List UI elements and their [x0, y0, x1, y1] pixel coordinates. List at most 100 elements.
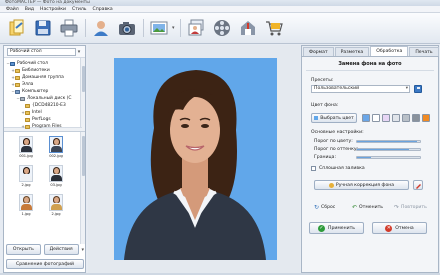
color-swatch[interactable] — [362, 114, 370, 122]
thumbnail-image — [19, 136, 33, 153]
photo-thumbnail[interactable]: 1.jpg — [18, 194, 34, 216]
menu-help[interactable]: Справка — [90, 6, 116, 13]
portrait-photo[interactable] — [114, 58, 277, 260]
tree-item[interactable]: − Рабочий стол — [6, 60, 48, 67]
tree-item[interactable]: PerfLogs — [21, 116, 51, 123]
color-swatch[interactable] — [392, 114, 400, 122]
folder-icon — [15, 75, 20, 80]
tree-item[interactable]: − Компьютер — [11, 88, 48, 95]
folder-icon — [15, 68, 20, 73]
undo-button[interactable]: ↶ Отменить — [352, 204, 383, 211]
cart-icon[interactable] — [263, 17, 285, 39]
brush-icon[interactable] — [413, 180, 423, 190]
close-icon: ✕ — [385, 224, 393, 232]
save-icon[interactable] — [32, 17, 54, 39]
desk-icon — [10, 61, 15, 66]
presets-label: Пресеты: — [311, 78, 334, 83]
location-dropdown[interactable]: Рабочий стол — [7, 47, 76, 56]
upload-icon[interactable] — [237, 17, 259, 39]
settings-panel: Формат Разметка Обработка Печать Замена … — [301, 45, 439, 273]
tree-item-label: {DCD48210-E3 — [32, 103, 66, 108]
tree-item-label: Рабочий стол — [17, 61, 48, 66]
film-icon[interactable] — [211, 17, 233, 39]
chevron-down-icon: ▾ — [405, 86, 408, 91]
tree-scrollbar[interactable] — [80, 58, 85, 131]
photo-thumbnail[interactable]: 002.jpg — [48, 136, 64, 158]
tree-item[interactable]: {DCD48210-E3 — [21, 102, 66, 109]
photo-thumbnail[interactable]: 2.jpg — [18, 165, 34, 187]
choose-color-button[interactable]: Выбрать цвет — [311, 113, 357, 123]
thumbnail-image — [49, 136, 63, 153]
tab-print[interactable]: Печать — [409, 47, 439, 56]
photo-thumbnail[interactable]: 2.jpg — [48, 194, 64, 216]
reset-button[interactable]: ↻ Сброс — [314, 204, 335, 211]
threshold-slider[interactable] — [356, 148, 421, 151]
color-swatch[interactable] — [412, 114, 420, 122]
slider-label: Порог по оттенку: — [314, 147, 359, 152]
save-preset-icon[interactable] — [414, 85, 422, 93]
preset-dropdown[interactable]: Пользовательский ▾ — [311, 85, 410, 93]
toolbar: ▾ — [0, 13, 440, 44]
tree-item[interactable]: + Домашняя группа — [11, 74, 64, 81]
tree-item[interactable]: + Элла — [11, 81, 33, 88]
threshold-slider[interactable] — [356, 156, 421, 159]
menu-file[interactable]: Файл — [3, 6, 22, 13]
slider-label: Порог по цвету: — [314, 139, 353, 144]
photo-thumbnail[interactable]: 03.jpg — [48, 165, 64, 187]
thumbnail-caption: 001.jpg — [19, 153, 33, 158]
photo-thumbnail[interactable]: 001.jpg — [18, 136, 34, 158]
tree-item-label: PerfLogs — [32, 117, 51, 122]
print-icon[interactable] — [58, 17, 80, 39]
color-swatch[interactable] — [382, 114, 390, 122]
threshold-slider[interactable] — [356, 140, 421, 143]
user-icon[interactable] — [90, 17, 112, 39]
compare-photos-button[interactable]: Сравнение фотографий — [6, 259, 84, 269]
solid-fill-label: Сплошная заливка — [319, 166, 365, 171]
color-swatch[interactable] — [402, 114, 410, 122]
menu-view[interactable]: Вид — [22, 6, 37, 13]
thumbnail-image — [19, 165, 33, 182]
thumbnail-image — [49, 165, 63, 182]
camera-icon[interactable] — [116, 17, 138, 39]
open-button[interactable]: Открыть — [6, 244, 41, 255]
tree-item[interactable]: + Библиотеки — [11, 67, 49, 74]
menu-style[interactable]: Стиль — [69, 6, 90, 13]
preset-value: Пользовательский — [314, 86, 360, 91]
slider-label: Граница: — [314, 155, 337, 160]
color-picker-icon — [314, 116, 319, 120]
tab-format[interactable]: Формат — [303, 47, 334, 56]
location-label: Рабочий стол — [10, 49, 42, 54]
folder-icon — [25, 124, 30, 129]
folder-tree: − Рабочий стол + Библиотеки + Домашняя группа… — [4, 58, 85, 132]
manual-correction-button[interactable]: Ручная коррекция фона — [314, 180, 409, 190]
thumbnail-caption: 1.jpg — [21, 211, 31, 216]
reset-icon: ↻ — [314, 204, 320, 211]
thumbnail-caption: 2.jpg — [21, 182, 31, 187]
solid-fill-checkbox[interactable] — [311, 166, 316, 171]
undo-icon: ↶ — [352, 204, 358, 211]
folder-icon — [15, 82, 20, 87]
photo-frame-icon[interactable] — [148, 17, 170, 39]
redo-icon: ↷ — [394, 204, 400, 211]
tree-item[interactable]: − Локальный диск (C — [16, 95, 71, 102]
open-file-icon[interactable] — [6, 17, 28, 39]
redo-button[interactable]: ↷ Повторить — [394, 204, 427, 211]
actions-button[interactable]: Действия — [43, 244, 79, 255]
menu-settings[interactable]: Настройки — [37, 6, 69, 13]
chevron-down-icon[interactable]: ▾ — [76, 49, 82, 55]
tree-item-label: Intel — [32, 110, 42, 115]
tree-item[interactable]: + Intel — [21, 109, 42, 116]
tab-processing[interactable]: Обработка — [370, 46, 409, 56]
color-swatch[interactable] — [372, 114, 380, 122]
tree-item[interactable]: + Program Files — [21, 123, 61, 130]
color-swatch[interactable] — [422, 114, 430, 122]
thumbnail-scrollbar[interactable] — [80, 132, 85, 244]
folder-icon — [25, 103, 30, 108]
panel-title: Замена фона на фото — [306, 61, 434, 71]
chevron-down-icon[interactable]: ▾ — [82, 247, 85, 253]
cancel-button[interactable]: ✕ Отмена — [372, 222, 427, 234]
chevron-down-icon[interactable]: ▾ — [172, 25, 175, 31]
tab-markup[interactable]: Разметка — [334, 47, 370, 56]
gallery-icon[interactable] — [185, 17, 207, 39]
apply-button[interactable]: ✓ Применить — [309, 222, 364, 234]
